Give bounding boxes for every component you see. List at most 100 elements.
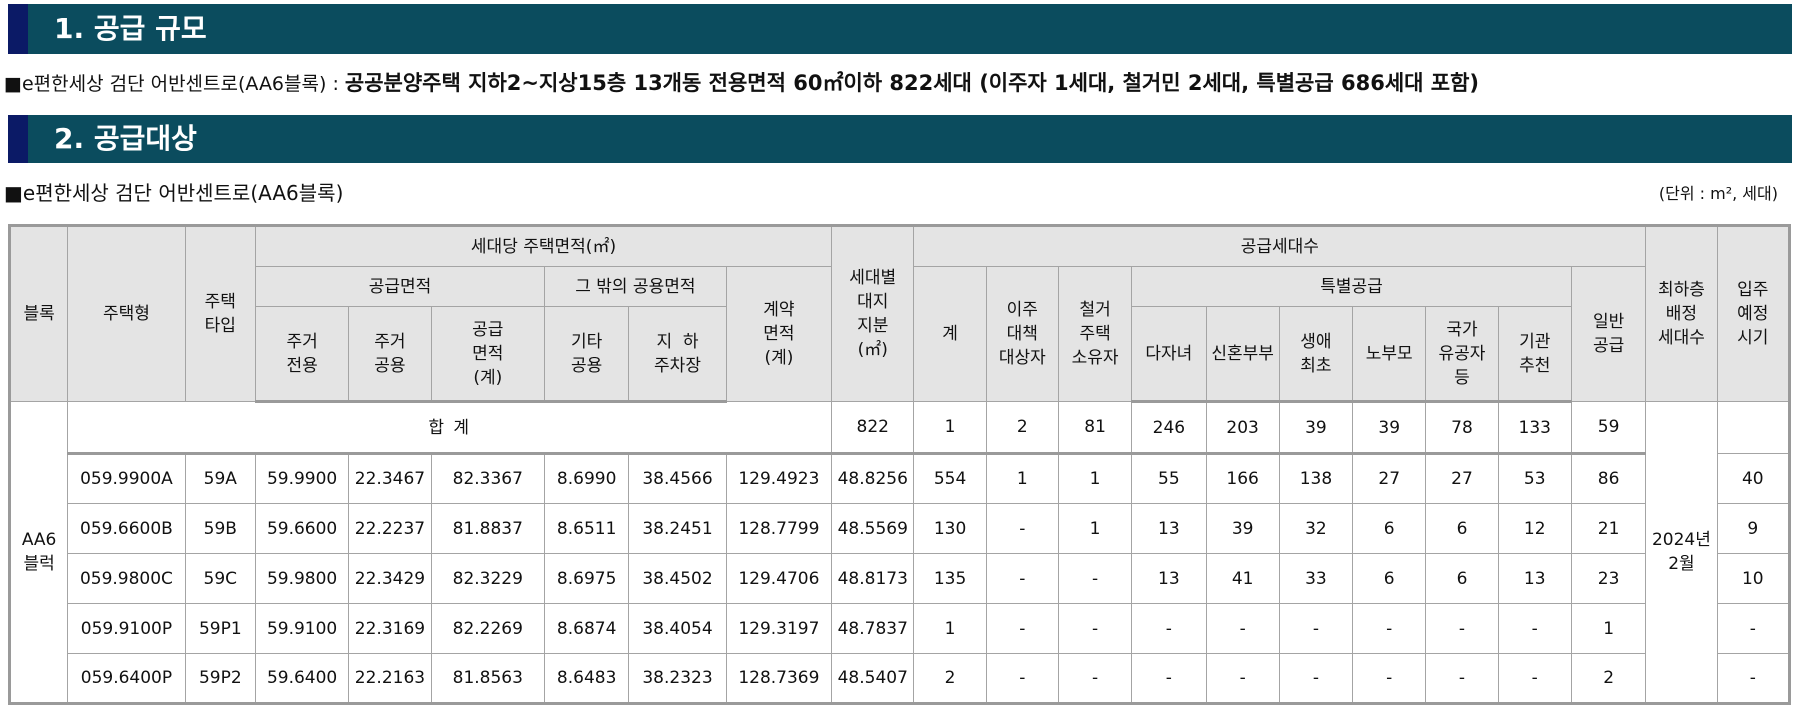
table-cell: 13 (1497, 553, 1572, 604)
header-supply-area: 공급면적 (254, 266, 546, 307)
header-exclusive: 주거 전용 (254, 306, 350, 403)
header-area-per-unit: 세대당 주택면적(㎡) (254, 225, 833, 267)
header-institution: 기관 추천 (1497, 306, 1572, 403)
table-cell: 32 (1278, 503, 1354, 554)
table-cell: 59.9800 (254, 553, 350, 604)
table-cell: 48.5569 (831, 503, 915, 554)
table-cell: - (1057, 653, 1133, 704)
section-title: 1. 공급 규모 (54, 12, 207, 45)
header-elderly-parents: 노부모 (1352, 306, 1427, 403)
table-cell: 22.3169 (348, 603, 432, 654)
table-cell: 22.2163 (348, 653, 432, 704)
header-patriots: 국가 유공자 등 (1425, 306, 1499, 403)
header-max-low-floor: 최하층 배정 세대수 (1645, 225, 1718, 402)
header-land-share: 세대별 대지 지분 (㎡) (831, 225, 915, 402)
header-supply-total: 공급 면적 (계) (430, 306, 546, 403)
table-cell: 55 (1131, 453, 1207, 504)
header-house-type: 주택형 (67, 225, 186, 402)
table-cell: 13 (1131, 503, 1207, 554)
total-cell: 78 (1425, 401, 1499, 455)
total-cell: 39 (1352, 401, 1427, 455)
table-cell: - (1205, 653, 1280, 704)
section-header-supply-scale: 1. 공급 규모 (8, 4, 1792, 54)
table-cell: 59A (184, 453, 256, 504)
table-cell: 59.6400 (254, 653, 350, 704)
table-cell: 48.7837 (831, 603, 915, 654)
table-cell: 22.2237 (348, 503, 432, 554)
table-cell: - (1716, 653, 1791, 704)
section-header-supply-target: 2. 공급대상 (8, 115, 1792, 163)
table-cell: 2 (1570, 653, 1647, 704)
table-cell: 1 (1057, 453, 1133, 504)
table-cell: 6 (1425, 503, 1499, 554)
total-cell: 203 (1205, 401, 1280, 455)
table-cell: 8.6483 (544, 653, 630, 704)
table-cell: - (1057, 553, 1133, 604)
total-cell: 133 (1497, 401, 1572, 455)
table-cell: - (1352, 653, 1427, 704)
table-cell: 130 (913, 503, 987, 554)
table-cell: 059.6600B (67, 503, 186, 554)
table-cell: 059.9900A (67, 453, 186, 504)
header-relocation: 이주 대책 대상자 (985, 266, 1059, 402)
total-cell: 39 (1278, 401, 1354, 455)
total-cell: 246 (1131, 401, 1207, 455)
total-cell: 822 (831, 401, 915, 455)
table-cell: 38.4502 (628, 553, 727, 604)
table-cell: 10 (1716, 553, 1791, 604)
move-in-date: 2024년 2월 (1645, 401, 1718, 705)
table-cell: 6 (1425, 553, 1499, 604)
block-name: AA6 블럭 (8, 401, 69, 705)
table-cell: 2 (913, 653, 987, 704)
total-cell: 1 (913, 401, 987, 455)
total-cell: 81 (1057, 401, 1133, 455)
table-cell: 59P1 (184, 603, 256, 654)
complex-name: ■e편한세상 검단 어반센트로(AA6블록) : (4, 73, 345, 95)
total-label: 합 계 (67, 401, 833, 455)
table-cell: 59.9900 (254, 453, 350, 504)
header-move-in: 입주 예정 시기 (1716, 225, 1791, 402)
table-cell: 38.4054 (628, 603, 727, 654)
table-cell: - (1057, 603, 1133, 654)
table-cell: 059.6400P (67, 653, 186, 704)
table-cell: 1 (985, 453, 1059, 504)
supply-scale-line: ■e편한세상 검단 어반센트로(AA6블록) : 공공분양주택 지하2~지상15… (4, 66, 1798, 100)
table-cell: 38.2323 (628, 653, 727, 704)
table-cell: - (1205, 603, 1280, 654)
header-special-supply: 특별공급 (1131, 266, 1572, 307)
header-first-time: 생애 최초 (1278, 306, 1354, 403)
header-residential-common: 주거 공용 (348, 306, 432, 403)
table-cell: 129.3197 (725, 603, 833, 654)
table-cell: 1 (1570, 603, 1647, 654)
table-cell: 59.6600 (254, 503, 350, 554)
header-block: 블록 (8, 225, 69, 402)
table-cell: 38.4566 (628, 453, 727, 504)
table-cell: - (1352, 603, 1427, 654)
table-cell: 48.5407 (831, 653, 915, 704)
table-cell: 22.3429 (348, 553, 432, 604)
table-cell: 6 (1352, 503, 1427, 554)
table-cell: 82.3229 (430, 553, 546, 604)
table-cell: 21 (1570, 503, 1647, 554)
table-cell: 1 (1057, 503, 1133, 554)
table-row: 059.9800C 59C 59.9800 22.3429 82.3229 8.6975 3… (10, 553, 1791, 604)
header-other-common: 그 밖의 공용면적 (544, 266, 727, 307)
table-cell: - (1131, 653, 1207, 704)
table-cell: 166 (1205, 453, 1280, 504)
table-cell: - (1425, 603, 1499, 654)
table-cell: 23 (1570, 553, 1647, 604)
table-cell: 138 (1278, 453, 1354, 504)
header-type-code: 주택 타입 (184, 225, 256, 402)
table-cell: 8.6511 (544, 503, 630, 554)
table-cell: 40 (1716, 453, 1791, 504)
header-underground-parking: 지 하 주차장 (628, 306, 727, 403)
supply-scale-detail: 공공분양주택 지하2~지상15층 13개동 전용면적 60㎡이하 822세대 (… (344, 71, 1480, 95)
table-cell: 48.8173 (831, 553, 915, 604)
table-row: 059.6400P 59P2 59.6400 22.2163 81.8563 8.6483… (10, 653, 1791, 704)
table-cell: 6 (1352, 553, 1427, 604)
table-cell: 554 (913, 453, 987, 504)
table-cell: 81.8837 (430, 503, 546, 554)
table-cell: 59B (184, 503, 256, 554)
table-cell: - (985, 653, 1059, 704)
header-other-common-sub: 기타 공용 (544, 306, 630, 403)
